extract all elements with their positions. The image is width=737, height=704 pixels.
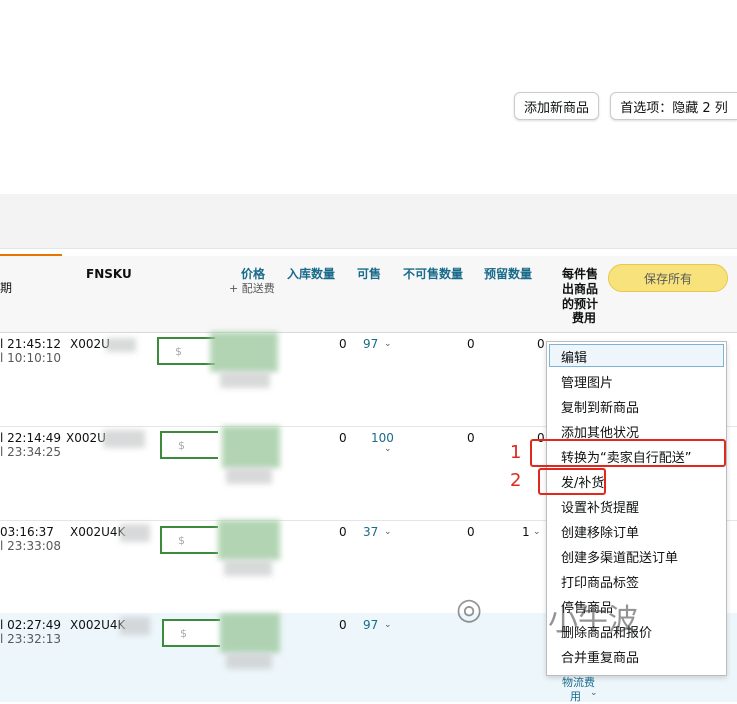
row-inbound: 0 (339, 525, 347, 539)
row-available[interactable]: 100 (371, 431, 394, 445)
chevron-down-icon[interactable]: ⌄ (384, 620, 392, 630)
menu-item-multichannel[interactable]: 创建多渠道配送订单 (561, 547, 678, 566)
row-date-1: 03:16:37 (0, 525, 54, 539)
row-inbound: 0 (339, 431, 347, 445)
redacted-fee (218, 520, 280, 560)
header-date-fragment: 期 (0, 281, 13, 295)
annotation-number-1: 1 (510, 442, 522, 463)
row-reserved: 0 (537, 337, 545, 351)
header-price-sub: + 配送费 (229, 282, 275, 295)
menu-item-manage-images[interactable]: 管理图片 (561, 372, 613, 391)
price-input[interactable]: $ (160, 431, 218, 459)
row-available[interactable]: 37 (363, 525, 378, 539)
menu-item-restock-alert[interactable]: 设置补货提醒 (561, 497, 639, 516)
wechat-logo-icon: ◎ (456, 592, 483, 627)
redacted-fee-2 (226, 468, 272, 484)
price-input[interactable]: $ (160, 526, 218, 554)
header-fee-4: 费用 (572, 311, 597, 325)
preferences-button[interactable]: 首选项：隐藏 2 列 (610, 92, 737, 120)
annotation-box-2 (538, 468, 606, 495)
filter-band (0, 194, 737, 249)
row-date-2: l 23:32:13 (0, 632, 62, 646)
redacted-fnsku (120, 524, 150, 542)
redacted-fnsku (103, 430, 145, 448)
redacted-fee-2 (226, 653, 272, 669)
row-unsellable: 0 (467, 525, 475, 539)
menu-item-print-labels[interactable]: 打印商品标签 (561, 572, 639, 591)
price-input[interactable]: $ (162, 619, 220, 647)
row-fnsku: X002U (66, 431, 106, 445)
row-reserved: 1 (522, 525, 530, 539)
row-inbound: 0 (339, 337, 347, 351)
row-date-1: l 02:27:49 (0, 618, 62, 632)
chevron-down-icon[interactable]: ⌄ (533, 527, 541, 537)
row-available[interactable]: 97 (363, 337, 378, 351)
header-inbound[interactable]: 入库数量 (287, 266, 335, 282)
row-date-2: l 23:34:25 (0, 445, 62, 459)
redacted-fnsku (106, 338, 136, 352)
annotation-number-2: 2 (510, 470, 522, 491)
redacted-fee-2 (220, 372, 270, 388)
menu-item-edit[interactable]: 编辑 (561, 347, 587, 366)
menu-item-merge-duplicates[interactable]: 合并重复商品 (561, 647, 639, 666)
watermark-text: 小牛波 (548, 603, 638, 638)
row-date-1: l 21:45:12 (0, 337, 62, 351)
row-date-1: l 22:14:49 (0, 431, 62, 445)
add-product-button[interactable]: 添加新商品 (514, 92, 599, 120)
row-fnsku: X002U (70, 337, 110, 351)
save-all-button[interactable]: 保存所有 (608, 264, 728, 292)
price-input[interactable]: $ (157, 337, 215, 365)
header-fee-1: 每件售 (562, 267, 599, 281)
redacted-fee (210, 332, 278, 372)
header-available[interactable]: 可售 (357, 266, 381, 282)
row-unsellable: 0 (467, 431, 475, 445)
row-date-2: l 10:10:10 (0, 351, 62, 365)
row-unsellable: 0 (467, 337, 475, 351)
chevron-down-icon[interactable]: ⌄ (384, 444, 392, 454)
chevron-down-icon[interactable]: ⌄ (384, 339, 392, 349)
header-unsellable[interactable]: 不可售数量 (403, 266, 463, 282)
annotation-box-1 (530, 439, 726, 467)
redacted-fee (222, 426, 280, 468)
header-fee-2: 出商品 (562, 282, 599, 296)
redacted-fee-2 (224, 560, 272, 576)
row-available[interactable]: 97 (363, 618, 378, 632)
header-fnsku[interactable]: FNSKU (86, 266, 132, 282)
redacted-fee (220, 613, 280, 653)
chevron-down-icon[interactable]: ⌄ (384, 527, 392, 537)
row-fnsku: X002U4K (70, 525, 126, 539)
menu-item-copy-to-new[interactable]: 复制到新商品 (561, 397, 639, 416)
redacted-fnsku (120, 617, 150, 635)
row-fnsku: X002U4K (70, 618, 126, 632)
chevron-down-icon[interactable]: ⌄ (590, 688, 598, 698)
header-reserved[interactable]: 预留数量 (484, 266, 532, 282)
menu-item-create-removal[interactable]: 创建移除订单 (561, 522, 639, 541)
row-inbound: 0 (339, 618, 347, 632)
row-date-2: l 23:33:08 (0, 539, 62, 553)
